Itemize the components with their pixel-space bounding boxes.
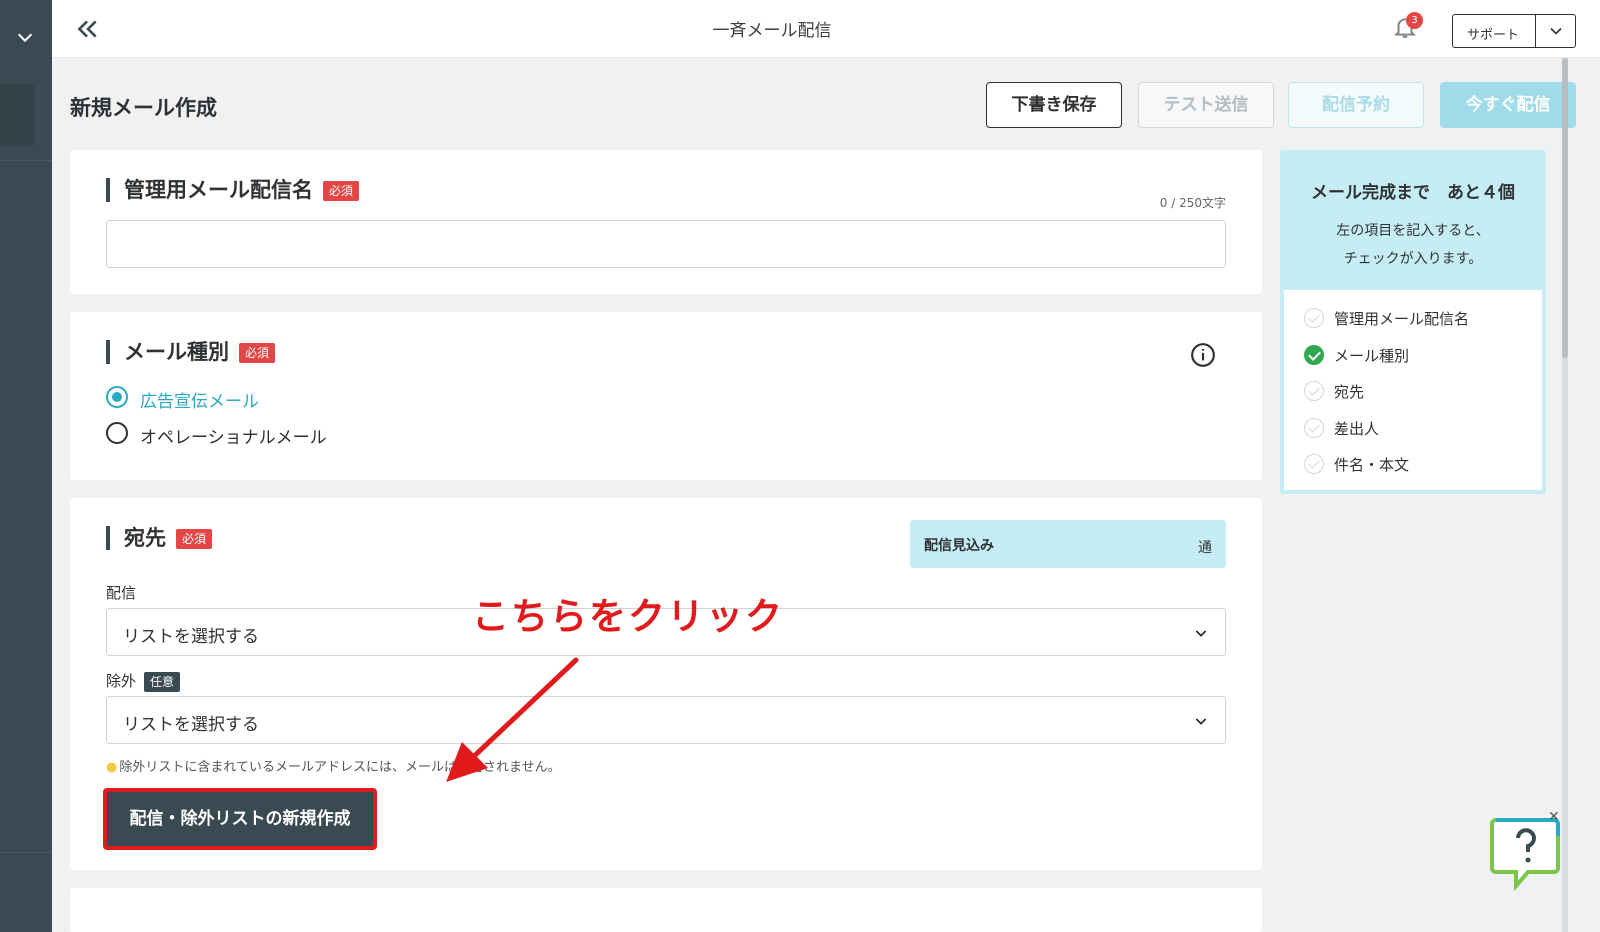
chevron-down-icon[interactable] — [14, 26, 36, 48]
app-title: 一斉メール配信 — [712, 21, 832, 41]
checklist-label: 差出人 — [1334, 420, 1380, 438]
lightbulb-icon: ● — [106, 760, 118, 775]
section-title-text: 宛先 — [124, 526, 166, 550]
optional-badge: 任意 — [144, 671, 181, 692]
info-icon[interactable] — [1190, 342, 1216, 368]
check-circle-icon — [1304, 454, 1324, 474]
completion-description: 左の項目を記入すると、 — [1336, 223, 1490, 239]
radio-label: オペレーショナルメール — [140, 428, 327, 448]
create-list-button[interactable]: 配信・除外リストの新規作成 — [103, 788, 377, 850]
exclude-label-text: 除外 — [106, 672, 137, 690]
save-draft-button[interactable]: 下書き保存 — [986, 82, 1122, 128]
forecast-label: 配信見込み — [924, 538, 994, 554]
delivery-forecast: 配信見込み 通 — [910, 520, 1226, 568]
section-title-text: メール種別 — [124, 340, 229, 364]
exclude-list-select[interactable]: リストを選択する — [106, 696, 1226, 744]
top-bar: 一斉メール配信 3 サポート — [52, 0, 1600, 58]
select-value: リストを選択する — [123, 715, 259, 735]
name-section: 管理用メール配信名 必須 0 / 250文字 — [70, 150, 1262, 294]
recipient-section: 宛先 必須 配信見込み 通 配信 リストを選択する 除外 任意 リストを選択する ●… — [70, 498, 1262, 870]
section-title-text: 管理用メール配信名 — [124, 178, 313, 202]
chevron-down-icon — [1195, 630, 1207, 637]
required-badge: 必須 — [323, 181, 360, 201]
radio-button[interactable] — [106, 386, 128, 408]
completion-description: チェックが入ります。 — [1343, 251, 1483, 267]
next-section — [70, 888, 1262, 932]
page-title: 新規メール作成 — [70, 96, 217, 120]
click-here-annotation: こちらをクリック — [472, 595, 784, 638]
scrollbar[interactable] — [1562, 58, 1568, 932]
check-circle-icon — [1304, 345, 1324, 365]
deliver-label: 配信 — [106, 584, 137, 602]
required-badge: 必須 — [239, 343, 276, 363]
help-widget[interactable]: ✕ — [1490, 810, 1562, 892]
test-send-button[interactable]: テスト送信 — [1138, 82, 1274, 128]
mail-type-section: メール種別 必須 広告宣伝メール オペレーショナルメール — [70, 312, 1262, 480]
sidebar-divider — [0, 160, 52, 161]
sidebar-divider — [0, 852, 52, 853]
checklist-label: 件名・本文 — [1334, 456, 1410, 474]
char-counter: 0 / 250文字 — [1159, 196, 1226, 210]
chevron-down-icon — [1195, 718, 1207, 725]
divider — [1535, 15, 1536, 47]
radio-button[interactable] — [106, 422, 128, 444]
required-badge: 必須 — [176, 529, 213, 549]
check-circle-icon — [1304, 381, 1324, 401]
notification-badge: 3 — [1406, 12, 1423, 29]
section-title: メール種別 必須 — [106, 340, 276, 364]
exclude-label: 除外 任意 — [106, 670, 181, 692]
support-label: サポート — [1467, 28, 1520, 43]
annotation-arrow — [446, 657, 579, 782]
section-title: 管理用メール配信名 必須 — [106, 178, 360, 202]
checklist-label: 管理用メール配信名 — [1334, 310, 1470, 328]
schedule-send-button[interactable]: 配信予約 — [1288, 82, 1424, 128]
radio-label: 広告宣伝メール — [140, 392, 259, 412]
notification-bell[interactable]: 3 — [1392, 12, 1423, 42]
check-circle-icon — [1304, 308, 1324, 328]
checklist-label: メール種別 — [1334, 347, 1410, 365]
checklist-label: 宛先 — [1334, 383, 1365, 401]
completion-checklist: 管理用メール配信名 メール種別 宛先 差出人 件名・本文 — [1284, 290, 1542, 490]
chevron-down-icon[interactable] — [1545, 21, 1567, 41]
scrollbar-thumb[interactable] — [1562, 58, 1568, 358]
completion-heading: メール完成まで あと４個 — [1311, 183, 1515, 203]
forecast-unit: 通 — [1198, 540, 1212, 556]
completion-panel: メール完成まで あと４個 左の項目を記入すると、 チェックが入ります。 管理用メ… — [1280, 150, 1546, 494]
support-dropdown[interactable]: サポート — [1452, 14, 1576, 48]
check-circle-icon — [1304, 418, 1324, 438]
left-sidebar — [0, 0, 52, 932]
sidebar-active-item[interactable] — [0, 84, 34, 146]
send-now-button[interactable]: 今すぐ配信 — [1440, 82, 1576, 128]
section-title: 宛先 必須 — [106, 526, 213, 550]
select-value: リストを選択する — [123, 627, 259, 647]
close-icon[interactable]: ✕ — [1548, 810, 1562, 824]
delivery-name-input[interactable] — [106, 220, 1226, 268]
